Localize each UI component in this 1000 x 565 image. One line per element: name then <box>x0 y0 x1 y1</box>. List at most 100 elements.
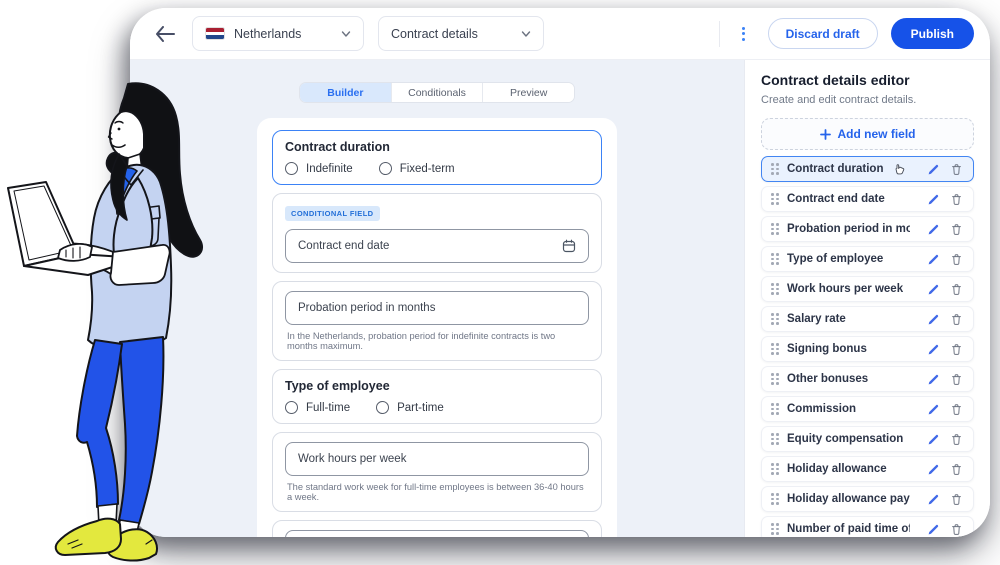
edit-field-button[interactable] <box>926 342 941 357</box>
shoe-front <box>56 519 121 555</box>
add-new-field-button[interactable]: Add new field <box>761 118 974 150</box>
delete-field-button[interactable] <box>949 492 964 507</box>
field-row[interactable]: Other bonuses <box>761 366 974 392</box>
kebab-menu-icon[interactable] <box>733 21 755 47</box>
laptop-base <box>24 254 140 275</box>
far-hand <box>58 244 92 261</box>
field-row[interactable]: Contract end date <box>761 186 974 212</box>
edit-field-button[interactable] <box>926 432 941 447</box>
edit-field-button[interactable] <box>926 312 941 327</box>
edit-field-button[interactable] <box>926 192 941 207</box>
field-row[interactable]: Probation period in months <box>761 216 974 242</box>
conditional-field-badge: CONDITIONAL FIELD <box>285 206 380 221</box>
tab-conditionals[interactable]: Conditionals <box>392 83 484 102</box>
field-card-probation[interactable]: Probation period in months In the Nether… <box>272 281 602 361</box>
field-card-salary-rate[interactable]: Salary rate <box>272 520 602 537</box>
field-row[interactable]: Salary rate <box>761 306 974 332</box>
drag-handle-icon[interactable] <box>771 523 779 535</box>
edit-field-button[interactable] <box>926 492 941 507</box>
edit-field-button[interactable] <box>926 252 941 267</box>
trash-icon <box>950 193 963 206</box>
radio-part-time[interactable]: Part-time <box>376 401 444 414</box>
field-row[interactable]: Work hours per week <box>761 276 974 302</box>
drag-handle-icon[interactable] <box>771 193 779 205</box>
field-row[interactable]: Number of paid time off days <box>761 516 974 537</box>
add-new-field-label: Add new field <box>838 127 916 141</box>
delete-field-button[interactable] <box>949 282 964 297</box>
delete-field-button[interactable] <box>949 402 964 417</box>
drag-handle-icon[interactable] <box>771 253 779 265</box>
tab-builder[interactable]: Builder <box>300 83 392 102</box>
salary-rate-select[interactable]: Salary rate <box>285 530 589 537</box>
drag-handle-icon[interactable] <box>771 223 779 235</box>
edit-field-button[interactable] <box>926 162 941 177</box>
contract-end-date-input[interactable]: Contract end date <box>285 229 589 263</box>
edit-field-button[interactable] <box>926 222 941 237</box>
field-list: Contract duration <box>761 156 974 537</box>
drag-handle-icon[interactable] <box>771 313 779 325</box>
drag-handle-icon[interactable] <box>771 373 779 385</box>
builder-tabs: Builder Conditionals Preview <box>299 82 575 103</box>
builder-area: Builder Conditionals Preview Contract du… <box>130 60 744 537</box>
field-card-contract-duration[interactable]: Contract duration Indefinite Fixed-term <box>272 130 602 185</box>
delete-field-button[interactable] <box>949 372 964 387</box>
panel-title: Contract details editor <box>761 72 974 88</box>
pencil-icon <box>927 463 940 476</box>
country-select-value: Netherlands <box>234 27 332 41</box>
trash-icon <box>950 163 963 176</box>
work-hours-input[interactable]: Work hours per week <box>285 442 589 476</box>
hand-cursor-icon <box>893 163 906 176</box>
laptop-screen <box>8 182 78 266</box>
radio-indefinite[interactable]: Indefinite <box>285 162 353 175</box>
drag-handle-icon[interactable] <box>771 343 779 355</box>
field-row-contract-duration[interactable]: Contract duration <box>761 156 974 182</box>
edit-field-button[interactable] <box>926 522 941 537</box>
trash-icon <box>950 283 963 296</box>
tab-preview[interactable]: Preview <box>483 83 574 102</box>
publish-button[interactable]: Publish <box>891 18 974 49</box>
field-row[interactable]: Signing bonus <box>761 336 974 362</box>
edit-field-button[interactable] <box>926 282 941 297</box>
trash-icon <box>950 493 963 506</box>
drag-handle-icon[interactable] <box>771 493 779 505</box>
drag-handle-icon[interactable] <box>771 283 779 295</box>
delete-field-button[interactable] <box>949 252 964 267</box>
drag-handle-icon[interactable] <box>771 433 779 445</box>
field-card-contract-end-date[interactable]: CONDITIONAL FIELD Contract end date <box>272 193 602 273</box>
drag-handle-icon[interactable] <box>771 163 779 175</box>
trash-icon <box>950 523 963 536</box>
delete-field-button[interactable] <box>949 192 964 207</box>
probation-input[interactable]: Probation period in months <box>285 291 589 325</box>
delete-field-button[interactable] <box>949 222 964 237</box>
discard-draft-button[interactable]: Discard draft <box>768 18 878 49</box>
radio-fixed-term[interactable]: Fixed-term <box>379 162 455 175</box>
country-select[interactable]: Netherlands <box>192 16 364 51</box>
edit-field-button[interactable] <box>926 462 941 477</box>
radio-label: Full-time <box>306 402 350 414</box>
field-row[interactable]: Holiday allowance <box>761 456 974 482</box>
delete-field-button[interactable] <box>949 312 964 327</box>
delete-field-button[interactable] <box>949 432 964 447</box>
field-row[interactable]: Commission <box>761 396 974 422</box>
drag-handle-icon[interactable] <box>771 463 779 475</box>
section-select[interactable]: Contract details <box>378 16 544 51</box>
field-row[interactable]: Holiday allowance payment fre... <box>761 486 974 512</box>
trash-icon <box>950 373 963 386</box>
field-row[interactable]: Equity compensation <box>761 426 974 452</box>
delete-field-button[interactable] <box>949 162 964 177</box>
top-bar: Netherlands Contract details Discard dra… <box>130 8 990 60</box>
field-card-work-hours[interactable]: Work hours per week The standard work we… <box>272 432 602 512</box>
edit-field-button[interactable] <box>926 372 941 387</box>
drag-handle-icon[interactable] <box>771 403 779 415</box>
radio-full-time[interactable]: Full-time <box>285 401 350 414</box>
trash-icon <box>950 313 963 326</box>
field-card-type-of-employee[interactable]: Type of employee Full-time Part-time <box>272 369 602 424</box>
delete-field-button[interactable] <box>949 342 964 357</box>
delete-field-button[interactable] <box>949 522 964 537</box>
delete-field-button[interactable] <box>949 462 964 477</box>
back-button[interactable] <box>152 21 178 47</box>
field-row[interactable]: Type of employee <box>761 246 974 272</box>
edit-field-button[interactable] <box>926 402 941 417</box>
ankle <box>98 504 117 526</box>
trash-icon <box>950 223 963 236</box>
